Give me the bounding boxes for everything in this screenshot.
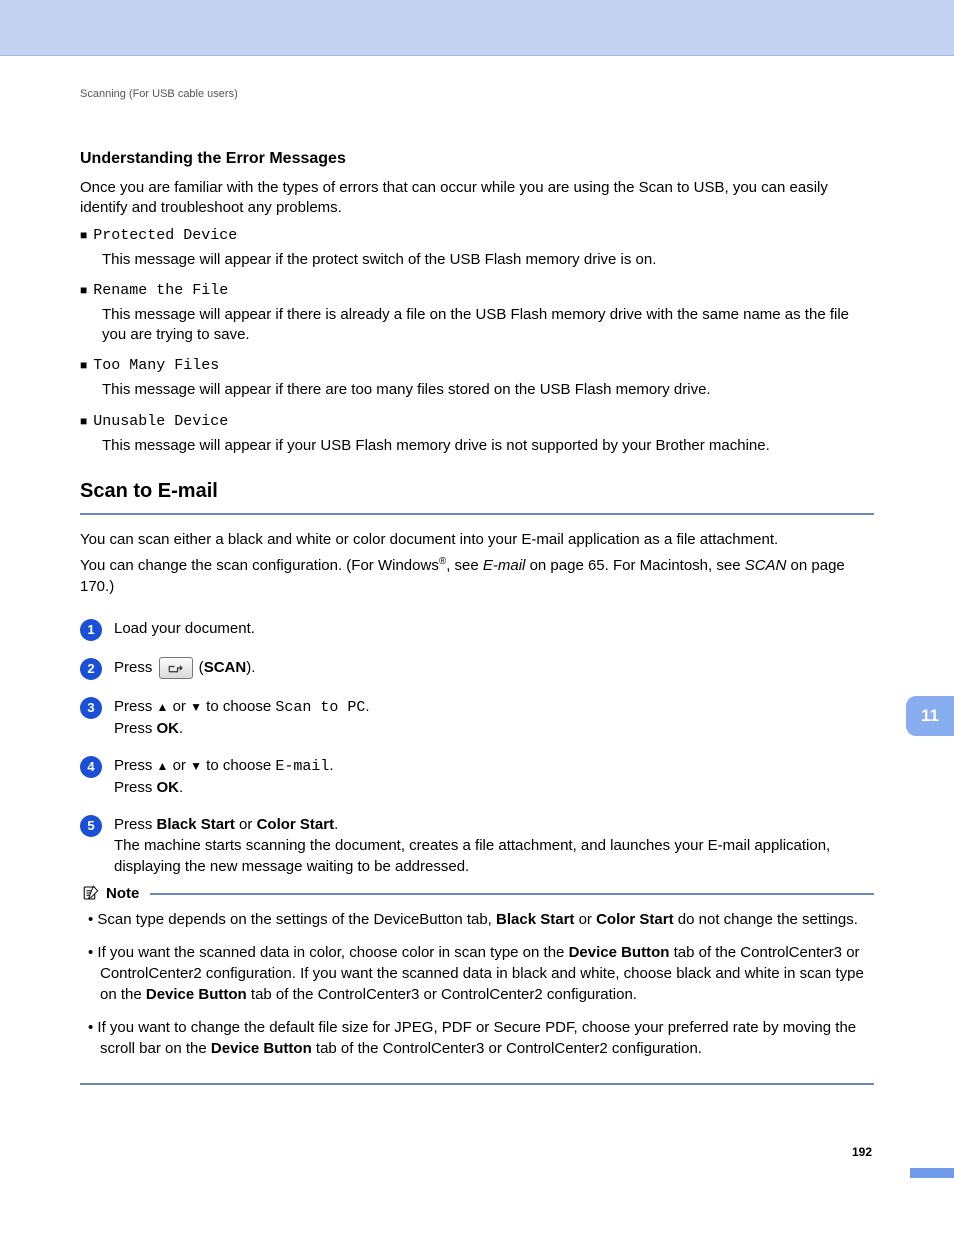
step-body: Press ▲ or ▼ to choose E-mail. Press OK. bbox=[114, 755, 874, 798]
error-item: ■ Rename the File This message will appea… bbox=[80, 282, 874, 346]
step-number-badge: 1 bbox=[80, 619, 102, 641]
down-arrow-icon: ▼ bbox=[190, 759, 202, 773]
text: tab of the ControlCenter3 or ControlCent… bbox=[247, 986, 637, 1003]
scan-label: SCAN bbox=[204, 659, 247, 676]
xref-email[interactable]: E-mail bbox=[483, 557, 526, 574]
color-start-label: Color Start bbox=[257, 816, 335, 833]
text: or bbox=[168, 757, 190, 774]
black-start-label: Black Start bbox=[157, 816, 235, 833]
text: You can change the scan configuration. (… bbox=[80, 557, 439, 574]
device-button-label: Device Button bbox=[569, 944, 670, 961]
text: Press bbox=[114, 698, 157, 715]
step-2: 2 Press (SCAN). bbox=[80, 657, 874, 680]
error-code: Unusable Device bbox=[93, 413, 228, 430]
error-code: Rename the File bbox=[93, 282, 228, 299]
step-5: 5 Press Black Start or Color Start. The … bbox=[80, 814, 874, 877]
bullet-square-icon: ■ bbox=[80, 358, 87, 372]
text: ( bbox=[195, 659, 204, 676]
up-arrow-icon: ▲ bbox=[157, 700, 169, 714]
step-number-badge: 2 bbox=[80, 658, 102, 680]
step-number-badge: 5 bbox=[80, 815, 102, 837]
text: , see bbox=[446, 557, 483, 574]
step-4: 4 Press ▲ or ▼ to choose E-mail. Press O… bbox=[80, 755, 874, 798]
scan-to-email-intro: You can scan either a black and white or… bbox=[80, 529, 874, 598]
text: . bbox=[365, 698, 369, 715]
error-desc: This message will appear if there are to… bbox=[102, 380, 874, 400]
error-list: ■ Protected Device This message will appe… bbox=[80, 227, 874, 456]
note-heading: Note bbox=[80, 884, 150, 902]
text: . bbox=[179, 720, 183, 737]
scan-button-icon bbox=[159, 657, 193, 679]
text: tab of the ControlCenter3 or ControlCent… bbox=[312, 1040, 702, 1057]
step-1: 1 Load your document. bbox=[80, 618, 874, 641]
step-number-badge: 3 bbox=[80, 697, 102, 719]
bullet-square-icon: ■ bbox=[80, 228, 87, 242]
step-body: Press ▲ or ▼ to choose Scan to PC. Press… bbox=[114, 696, 874, 739]
step-5-detail: The machine starts scanning the document… bbox=[114, 837, 830, 875]
error-messages-intro: Once you are familiar with the types of … bbox=[80, 178, 874, 219]
text: Scan type depends on the settings of the… bbox=[97, 911, 496, 928]
text: Press bbox=[114, 757, 157, 774]
text: to choose bbox=[202, 698, 275, 715]
error-code: Protected Device bbox=[93, 227, 237, 244]
down-arrow-icon: ▼ bbox=[190, 700, 202, 714]
text: Press bbox=[114, 779, 157, 796]
error-item: ■ Protected Device This message will appe… bbox=[80, 227, 874, 270]
error-desc: This message will appear if there is alr… bbox=[102, 305, 874, 346]
text: or bbox=[168, 698, 190, 715]
error-messages-heading: Understanding the Error Messages bbox=[80, 150, 874, 168]
step-body: Press (SCAN). bbox=[114, 657, 874, 679]
ok-label: OK bbox=[157, 720, 180, 737]
steps-list: 1 Load your document. 2 Press (SCAN). 3 … bbox=[80, 618, 874, 877]
top-bar bbox=[0, 0, 954, 56]
error-desc: This message will appear if the protect … bbox=[102, 250, 874, 270]
bullet-square-icon: ■ bbox=[80, 414, 87, 428]
text: Press bbox=[114, 720, 157, 737]
color-start-label: Color Start bbox=[596, 911, 674, 928]
text: ). bbox=[246, 659, 255, 676]
text: If you want the scanned data in color, c… bbox=[97, 944, 568, 961]
error-desc: This message will appear if your USB Fla… bbox=[102, 436, 874, 456]
page-number: 192 bbox=[80, 1145, 874, 1159]
text: or bbox=[574, 911, 596, 928]
running-head: Scanning (For USB cable users) bbox=[80, 88, 874, 100]
intro-line-1: You can scan either a black and white or… bbox=[80, 529, 874, 551]
device-button-label: Device Button bbox=[146, 986, 247, 1003]
note-label: Note bbox=[106, 885, 139, 902]
error-item: ■ Too Many Files This message will appear… bbox=[80, 357, 874, 400]
section-rule bbox=[80, 513, 874, 515]
xref-scan[interactable]: SCAN bbox=[745, 557, 787, 574]
note-pencil-icon bbox=[82, 884, 100, 902]
step-body: Load your document. bbox=[114, 618, 874, 639]
note-item: Scan type depends on the settings of the… bbox=[84, 909, 874, 930]
ok-label: OK bbox=[157, 779, 180, 796]
error-code: Too Many Files bbox=[93, 357, 219, 374]
intro-line-2: You can change the scan configuration. (… bbox=[80, 555, 874, 599]
black-start-label: Black Start bbox=[496, 911, 574, 928]
text: Press bbox=[114, 816, 157, 833]
text: . bbox=[329, 757, 333, 774]
text: . bbox=[179, 779, 183, 796]
error-item: ■ Unusable Device This message will appea… bbox=[80, 413, 874, 456]
text: or bbox=[235, 816, 257, 833]
menu-choice: Scan to PC bbox=[275, 699, 365, 716]
text: on page 65. For Macintosh, see bbox=[525, 557, 744, 574]
text: to choose bbox=[202, 757, 275, 774]
step-body: Press Black Start or Color Start. The ma… bbox=[114, 814, 874, 877]
note-item: If you want to change the default file s… bbox=[84, 1017, 874, 1059]
scan-to-email-heading: Scan to E-mail bbox=[80, 480, 874, 503]
bullet-square-icon: ■ bbox=[80, 283, 87, 297]
step-3: 3 Press ▲ or ▼ to choose Scan to PC. Pre… bbox=[80, 696, 874, 739]
note-item: If you want the scanned data in color, c… bbox=[84, 942, 874, 1005]
menu-choice: E-mail bbox=[275, 758, 329, 775]
device-button-label: Device Button bbox=[211, 1040, 312, 1057]
up-arrow-icon: ▲ bbox=[157, 759, 169, 773]
step-number-badge: 4 bbox=[80, 756, 102, 778]
text: . bbox=[334, 816, 338, 833]
text: Press bbox=[114, 659, 157, 676]
text: do not change the settings. bbox=[674, 911, 858, 928]
note-list: Scan type depends on the settings of the… bbox=[80, 909, 874, 1059]
note-block: Note Scan type depends on the settings o… bbox=[80, 893, 874, 1085]
